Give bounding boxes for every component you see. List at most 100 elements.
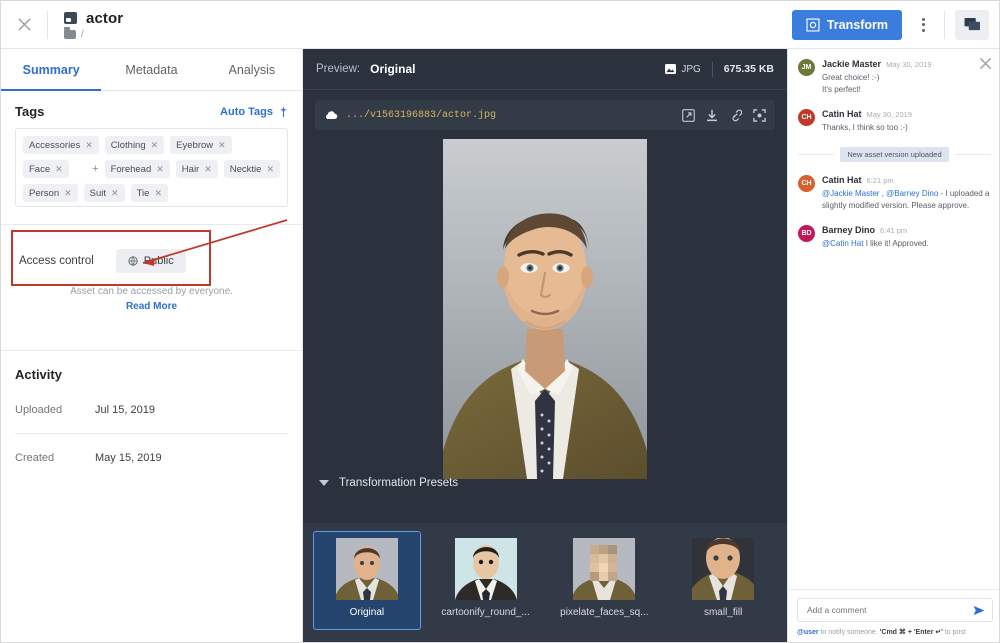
- tag-label: Person: [29, 187, 60, 199]
- comment-author: Catin Hat: [822, 175, 862, 185]
- comment-body-text: I like it! Approved.: [863, 239, 929, 248]
- comment-text: Thanks, I think so too :-): [822, 123, 908, 132]
- asset-preview-image[interactable]: [443, 139, 647, 479]
- tab-summary[interactable]: Summary: [1, 49, 102, 91]
- preset-label: Original: [349, 607, 385, 618]
- tag-chip[interactable]: Clothing ✕: [104, 136, 165, 154]
- access-control-value-label: Public: [143, 255, 174, 267]
- tab-analysis[interactable]: Analysis: [202, 49, 302, 90]
- avatar-initials: CH: [801, 114, 812, 121]
- preset-original[interactable]: Original: [313, 531, 421, 630]
- comment-time: 6:21 pm: [866, 176, 894, 185]
- comment-author: Barney Dino: [822, 225, 876, 235]
- remove-tag-icon[interactable]: ✕: [218, 140, 226, 151]
- remove-tag-icon[interactable]: ✕: [156, 164, 164, 175]
- preset-label: small_fill: [703, 607, 743, 618]
- tag-chip[interactable]: Eyebrow ✕: [170, 136, 232, 154]
- preview-header: Preview: Original JPG 675.35 KB: [303, 49, 787, 90]
- preset-thumbnail: [692, 538, 755, 600]
- tag-chip[interactable]: Tie ✕: [130, 184, 168, 202]
- preset-label: cartoonify_round_...: [441, 607, 530, 618]
- folder-icon: [64, 26, 76, 39]
- download-icon[interactable]: [706, 109, 718, 122]
- cloud-icon: [325, 111, 338, 119]
- remove-tag-icon[interactable]: ✕: [266, 164, 274, 175]
- preset-cartoonify[interactable]: cartoonify_round_...: [432, 531, 540, 630]
- chevron-down-icon[interactable]: [319, 480, 329, 486]
- comments-panel: JM Jackie Master May 30, 2019 Great choi…: [787, 49, 999, 642]
- remove-tag-icon[interactable]: ✕: [85, 140, 93, 151]
- close-icon[interactable]: [1, 1, 47, 48]
- comment-text: Great choice! :-) It's perfect!: [822, 73, 880, 94]
- comment-mention[interactable]: @Catin Hat: [822, 239, 863, 248]
- tab-bar: Summary Metadata Analysis: [1, 49, 302, 91]
- tag-label: Hair: [181, 163, 200, 175]
- remove-tag-icon[interactable]: ✕: [204, 164, 212, 175]
- image-format-icon: [665, 64, 677, 74]
- access-control-value[interactable]: Public: [115, 249, 186, 273]
- activity-list: Uploaded Jul 15, 2019 Created May 15, 20…: [15, 386, 288, 481]
- preset-pixelate-faces[interactable]: pixelate_faces_sq...: [551, 531, 659, 630]
- tag-label: Suit: [89, 187, 107, 199]
- open-external-icon[interactable]: [682, 108, 695, 122]
- tag-label: Forehead: [110, 163, 152, 175]
- remove-tag-icon[interactable]: ✕: [151, 140, 159, 151]
- comment-input-row[interactable]: [797, 598, 993, 622]
- access-control-note: Asset can be accessed by everyone. Read …: [15, 273, 288, 314]
- tag-chip[interactable]: Person ✕: [23, 184, 78, 202]
- left-panel: Summary Metadata Analysis Tags Auto Tags…: [1, 49, 303, 642]
- tab-analysis-label: Analysis: [228, 62, 276, 77]
- comments-list: JM Jackie Master May 30, 2019 Great choi…: [788, 49, 999, 250]
- tag-chip[interactable]: Face ✕: [23, 160, 69, 178]
- activity-value: Jul 15, 2019: [95, 403, 155, 416]
- system-event-label: New asset version uploaded: [840, 147, 949, 162]
- tag-label: Accessories: [29, 139, 81, 151]
- copy-link-icon[interactable]: [729, 109, 742, 122]
- tag-chip[interactable]: Forehead ✕: [104, 160, 170, 178]
- close-comments-icon[interactable]: [979, 57, 992, 75]
- comments-toggle-button[interactable]: [955, 9, 989, 40]
- remove-tag-icon[interactable]: ✕: [111, 188, 119, 199]
- tags-overflow[interactable]: +: [92, 163, 98, 175]
- tag-chip[interactable]: Suit ✕: [83, 184, 125, 202]
- avatar-initials: CH: [801, 180, 812, 187]
- remove-tag-icon[interactable]: ✕: [55, 164, 63, 175]
- tag-chip[interactable]: Necktie ✕: [223, 160, 280, 178]
- remove-tag-icon[interactable]: ✕: [64, 188, 72, 199]
- comment-author: Catin Hat: [822, 109, 862, 119]
- breadcrumb-path: /: [81, 28, 84, 40]
- access-control-label: Access control: [19, 255, 94, 267]
- magic-wand-icon: [279, 106, 288, 117]
- file-size: 675.35 KB: [723, 63, 774, 75]
- breadcrumb[interactable]: /: [64, 26, 123, 40]
- comment-hint-keys: 'Cmd ⌘ + 'Enter ↵': [879, 629, 943, 636]
- tag-chip[interactable]: Hair ✕: [175, 160, 218, 178]
- preview-label: Preview:: [316, 63, 361, 75]
- transform-button[interactable]: Transform: [791, 9, 902, 40]
- comment-time: May 30, 2019: [886, 60, 932, 69]
- tag-label: Clothing: [110, 139, 146, 151]
- tags-section: Tags Auto Tags Accessories ✕ Clothing ✕ Ey…: [1, 91, 302, 217]
- comment-input[interactable]: [805, 604, 967, 616]
- remove-tag-icon[interactable]: ✕: [154, 188, 162, 199]
- image-icon: [64, 12, 77, 24]
- comment-text: @Catin Hat I like it! Approved.: [822, 238, 991, 250]
- comment-hint-tail: to post: [942, 629, 966, 636]
- asset-url-bar[interactable]: .../v1563196883/actor.jpg: [315, 100, 775, 130]
- comment-hint-text: to notify someone.: [818, 629, 880, 636]
- preset-small-fill[interactable]: small_fill: [669, 531, 777, 630]
- kebab-menu-icon[interactable]: [912, 12, 934, 38]
- tag-label: Eyebrow: [176, 139, 214, 151]
- fullscreen-icon[interactable]: [753, 108, 766, 122]
- activity-row: Uploaded Jul 15, 2019: [15, 386, 288, 434]
- transformation-presets-header[interactable]: Transformation Presets: [303, 468, 787, 498]
- tag-chip[interactable]: Accessories ✕: [23, 136, 99, 154]
- avatar: JM: [798, 59, 815, 76]
- send-icon[interactable]: [973, 605, 985, 616]
- comment-mention[interactable]: @Jackie Master , @Barney Dino: [822, 189, 938, 198]
- tab-metadata[interactable]: Metadata: [101, 49, 201, 90]
- read-more-link[interactable]: Read More: [126, 301, 177, 312]
- auto-tags-button[interactable]: Auto Tags: [220, 106, 288, 118]
- activity-section: Activity Uploaded Jul 15, 2019 Created M…: [1, 351, 302, 481]
- tab-summary-label: Summary: [22, 62, 80, 77]
